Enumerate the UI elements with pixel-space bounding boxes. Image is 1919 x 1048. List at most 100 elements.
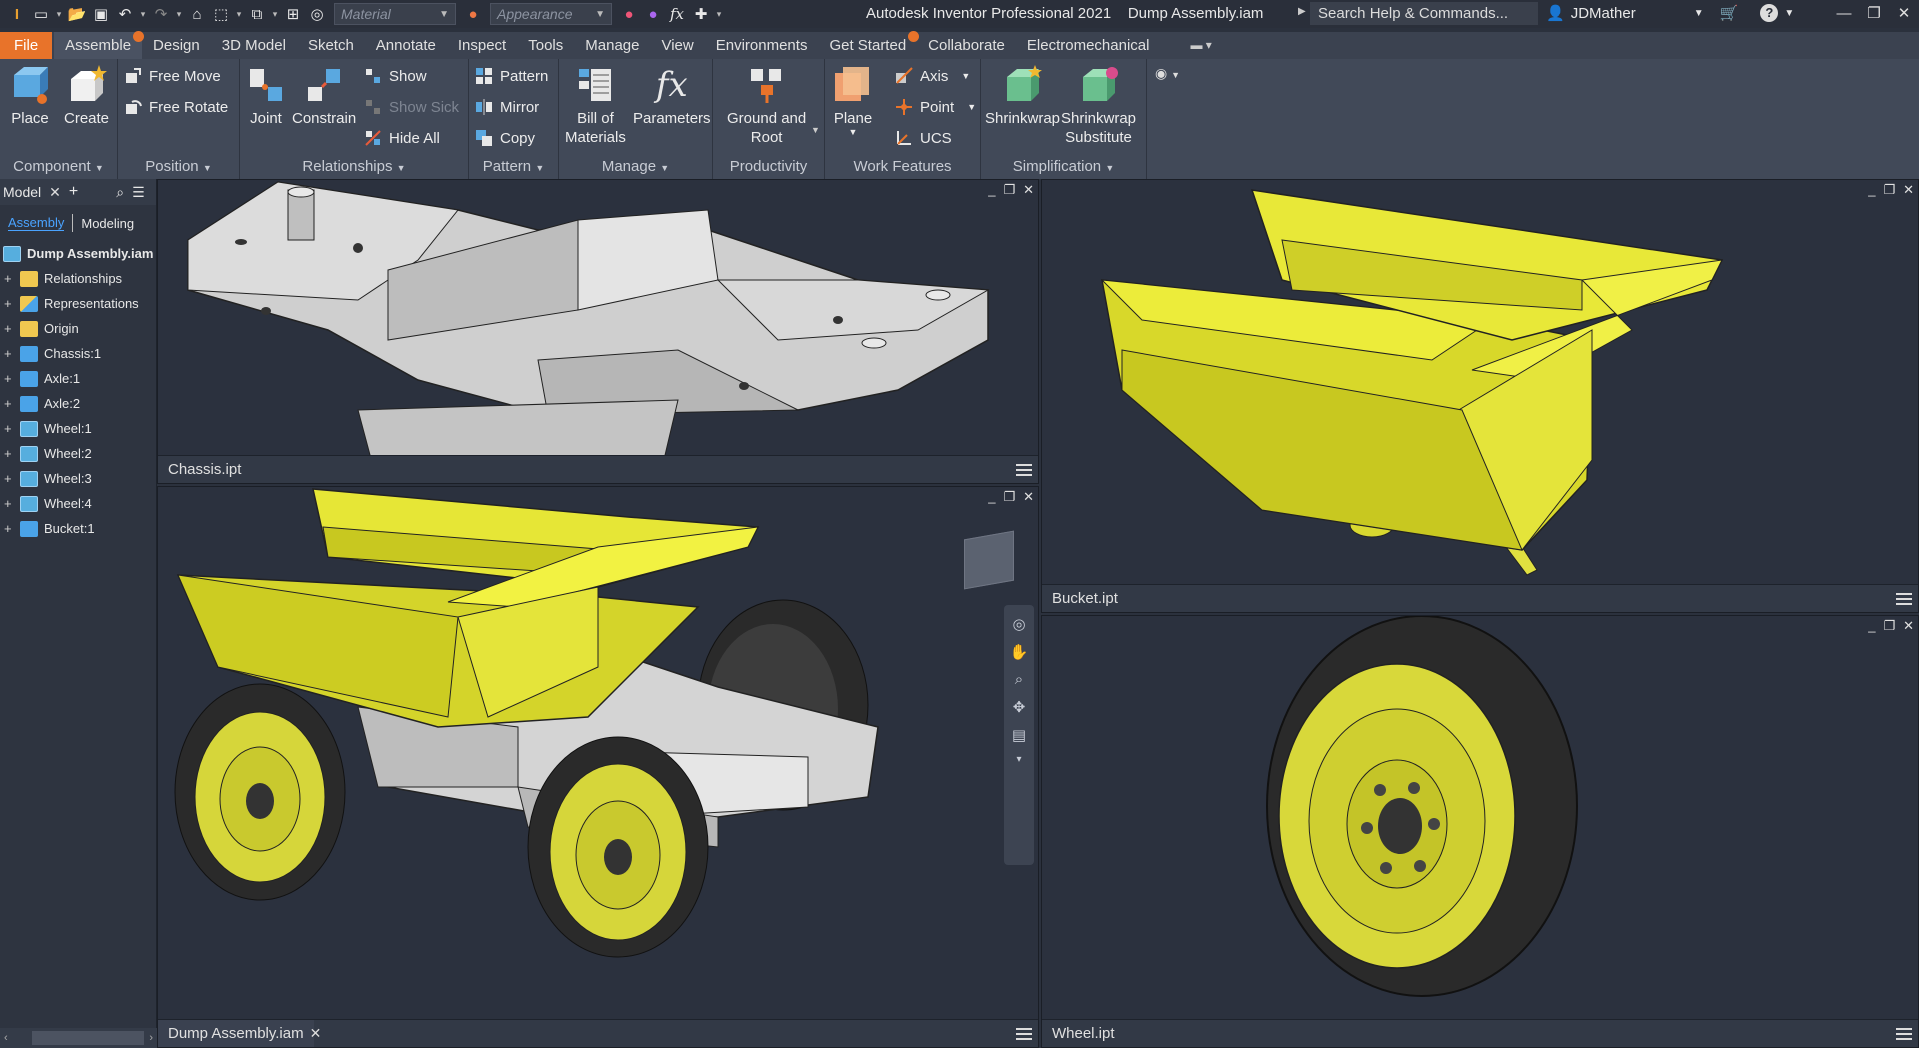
viewport-bucket[interactable]: _ ❐ ✕ Bucket.ipt [1041, 179, 1919, 613]
measure-icon[interactable]: ⊞ [282, 3, 304, 25]
menu-icon[interactable] [1016, 461, 1032, 479]
document-tab-assembly[interactable]: Dump Assembly.iam [158, 1019, 314, 1047]
chevron-down-icon[interactable]: ▼ [1784, 8, 1794, 19]
restore-icon[interactable]: ❐ [1883, 618, 1895, 634]
tab-annotate[interactable]: Annotate [365, 32, 447, 59]
full-navigation-wheel-icon[interactable]: ◎ [1012, 615, 1025, 633]
horizontal-scrollbar[interactable]: ‹ › [0, 1028, 157, 1048]
tab-3d-model[interactable]: 3D Model [211, 32, 297, 59]
customize-dropdown[interactable]: ▾ [714, 9, 724, 20]
tab-tools[interactable]: Tools [517, 32, 574, 59]
tree-item-axle-1[interactable]: + Axle:1 [0, 366, 156, 391]
search-expand-icon[interactable]: ▶ [1298, 6, 1306, 17]
new-icon[interactable]: ▭ [30, 3, 52, 25]
expand-icon[interactable]: + [4, 496, 14, 511]
appearance-combo[interactable]: Appearance ▼ [490, 3, 612, 25]
cart-icon[interactable]: 🛒 [1720, 4, 1739, 22]
tab-file[interactable]: File [0, 32, 53, 59]
expand-icon[interactable]: + [4, 271, 14, 286]
panel-simplification-title[interactable]: Simplification ▼ [981, 155, 1146, 179]
panel-component-title[interactable]: Component ▼ [0, 155, 117, 179]
browser-title[interactable]: Model [3, 184, 41, 200]
close-icon[interactable]: ✕ [1903, 618, 1914, 634]
home-icon[interactable]: ⌂ [186, 3, 208, 25]
tab-collaborate[interactable]: Collaborate [917, 32, 1016, 59]
minimize-icon[interactable]: _ [1868, 618, 1875, 634]
viewport-assembly[interactable]: _ ❐ ✕ ◎ ✋ ⌕ ✥ ▤ ▾ Dump Assembly.iam ✕ [157, 486, 1039, 1048]
restore-icon[interactable]: ❐ [1859, 0, 1889, 28]
save-icon[interactable]: ▣ [90, 3, 112, 25]
add-icon[interactable]: ✚ [690, 3, 712, 25]
menu-icon[interactable] [1896, 1025, 1912, 1043]
search-icon[interactable]: ⌕ [116, 184, 124, 201]
ucs-button[interactable]: UCS [895, 129, 952, 147]
tab-sketch[interactable]: Sketch [297, 32, 365, 59]
tree-item-axle-2[interactable]: + Axle:2 [0, 391, 156, 416]
open-icon[interactable]: 📂 [66, 3, 88, 25]
expand-icon[interactable]: + [4, 346, 14, 361]
create-button[interactable]: Create [64, 65, 109, 128]
orbit-icon[interactable]: ✥ [1013, 698, 1026, 716]
tab-modeling[interactable]: Modeling [81, 216, 134, 231]
point-button[interactable]: Point ▼ [895, 98, 976, 116]
bill-of-materials-button[interactable]: Bill of Materials [565, 65, 626, 147]
mirror-button[interactable]: Mirror [475, 98, 539, 116]
restore-icon[interactable]: ❐ [1003, 489, 1015, 505]
search-input[interactable]: Search Help & Commands... [1310, 2, 1538, 25]
expand-icon[interactable]: + [4, 371, 14, 386]
joint-button[interactable]: Joint [246, 65, 286, 128]
pattern-button[interactable]: Pattern [475, 67, 548, 85]
appearance-icon[interactable]: ● [462, 3, 484, 25]
tab-assembly[interactable]: Assembly [8, 215, 65, 231]
scrollbar-thumb[interactable] [31, 1031, 144, 1045]
camera-icon[interactable]: ▬ ▾ [1190, 32, 1211, 59]
clear-appearance-icon[interactable]: ● [642, 3, 664, 25]
look-at-icon[interactable]: ▤ [1012, 726, 1026, 744]
viewport-wheel[interactable]: _ ❐ ✕ Wheel.ipt [1041, 615, 1919, 1048]
restore-icon[interactable]: ❐ [1883, 182, 1895, 198]
expand-icon[interactable]: + [4, 471, 14, 486]
scroll-right-icon[interactable]: › [145, 1032, 157, 1044]
expand-icon[interactable]: + [4, 396, 14, 411]
expand-icon[interactable]: + [4, 421, 14, 436]
shrinkwrap-substitute-button[interactable]: Shrinkwrap Substitute [1061, 65, 1136, 147]
show-sick-button[interactable]: Show Sick [364, 98, 459, 116]
expand-icon[interactable]: + [4, 321, 14, 336]
select-icon[interactable]: ⬚ [210, 3, 232, 25]
ground-and-root-button[interactable]: Ground and Root [727, 65, 806, 147]
update-icon[interactable]: ⧉ [246, 3, 268, 25]
chevron-down-icon[interactable]: ▼ [811, 125, 820, 135]
close-icon[interactable]: ✕ [1023, 489, 1034, 505]
tab-get-started[interactable]: Get Started [818, 31, 920, 59]
minimize-icon[interactable]: _ [988, 489, 995, 505]
tree-item-wheel-4[interactable]: + Wheel:4 [0, 491, 156, 516]
axis-button[interactable]: Axis ▼ [895, 67, 970, 85]
material-icon[interactable]: ◎ [306, 3, 328, 25]
tab-electromechanical[interactable]: Electromechanical [1016, 32, 1161, 59]
update-dropdown[interactable]: ▾ [270, 9, 280, 20]
pan-icon[interactable]: ✋ [1010, 643, 1029, 661]
shrinkwrap-button[interactable]: Shrinkwrap [985, 65, 1060, 128]
place-button[interactable]: Place [10, 65, 50, 128]
panel-position-title[interactable]: Position ▼ [118, 155, 239, 179]
undo-icon[interactable]: ↶ [114, 3, 136, 25]
tab-assemble[interactable]: Assemble [54, 31, 145, 59]
copy-button[interactable]: Copy [475, 129, 535, 147]
tree-item-wheel-3[interactable]: + Wheel:3 [0, 466, 156, 491]
close-icon[interactable]: ✕ [1903, 182, 1914, 198]
constrain-button[interactable]: Constrain [292, 65, 356, 128]
show-button[interactable]: Show [364, 67, 427, 85]
close-icon[interactable]: ✕ [310, 1025, 322, 1042]
menu-icon[interactable] [1896, 590, 1912, 608]
minimize-icon[interactable]: — [1829, 0, 1859, 28]
tree-item-representations[interactable]: + Representations [0, 291, 156, 316]
add-icon[interactable]: + [69, 183, 78, 201]
close-icon[interactable]: ✕ [1889, 0, 1919, 28]
expand-icon[interactable]: + [4, 521, 14, 536]
inventor-logo-icon[interactable]: I [6, 3, 28, 25]
minimize-icon[interactable]: _ [988, 182, 995, 198]
redo-dropdown[interactable]: ▾ [174, 9, 184, 20]
document-tab-bucket[interactable]: Bucket.ipt [1042, 585, 1128, 613]
document-tab-wheel[interactable]: Wheel.ipt [1042, 1020, 1125, 1048]
close-icon[interactable]: ✕ [1023, 182, 1034, 198]
